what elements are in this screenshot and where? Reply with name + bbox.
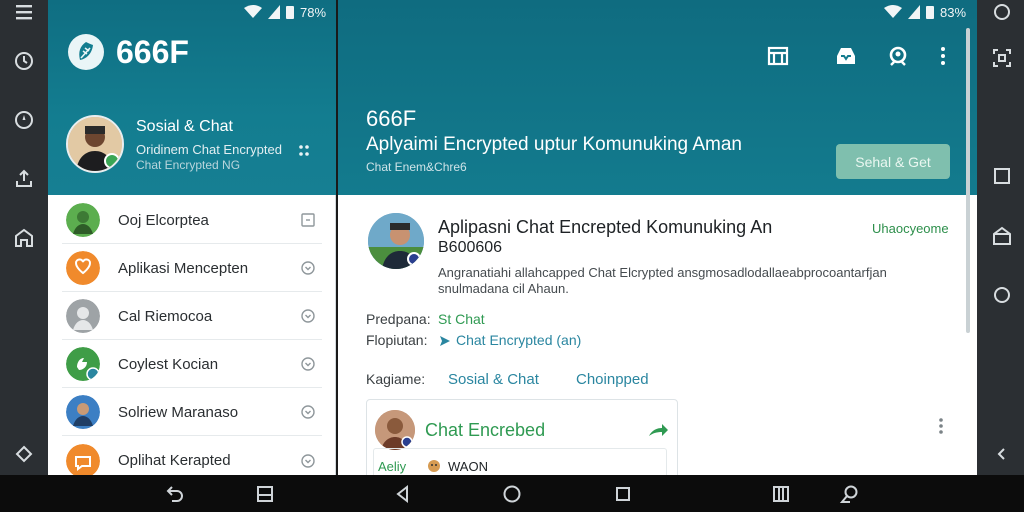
search-icon[interactable] bbox=[838, 483, 860, 505]
user-search-icon[interactable] bbox=[886, 44, 910, 68]
navigation-bar bbox=[0, 475, 1024, 512]
chat-avatar bbox=[66, 251, 100, 285]
page-title: 666F bbox=[366, 106, 417, 131]
meta-value[interactable]: Chat Encrypted (an) bbox=[456, 332, 581, 348]
battery-icon bbox=[926, 6, 934, 19]
battery-percent: 83% bbox=[940, 4, 967, 20]
status-bar-right: 83% bbox=[884, 0, 966, 24]
chevron-left-icon[interactable] bbox=[990, 442, 1014, 466]
profile-name: Sosial & Chat bbox=[136, 118, 233, 135]
recents-icon[interactable] bbox=[612, 483, 634, 505]
screenshot-icon[interactable] bbox=[990, 46, 1014, 70]
battery-icon bbox=[286, 6, 294, 19]
tag[interactable]: Choinpped bbox=[576, 371, 649, 388]
square-icon[interactable] bbox=[990, 164, 1014, 188]
chat-list-item[interactable]: Aplikasi Mencepten bbox=[62, 245, 322, 292]
chat-list-item[interactable]: Coylest Kocian bbox=[62, 341, 322, 388]
chat-name: Cal Riemocoa bbox=[118, 307, 213, 325]
chat-list-item[interactable]: Solriew Maranaso bbox=[62, 389, 322, 436]
inbox-icon[interactable] bbox=[834, 44, 858, 68]
app-logo-icon bbox=[68, 34, 104, 70]
home-outline-icon[interactable] bbox=[990, 224, 1014, 248]
chat-avatar bbox=[66, 443, 100, 478]
sidebar-header: 78% 666F Sosial & Chat Oridinem Chat Enc… bbox=[48, 0, 336, 195]
home-icon[interactable] bbox=[12, 226, 36, 250]
chat-chevron-icon[interactable] bbox=[300, 453, 316, 469]
back-icon[interactable] bbox=[392, 483, 414, 505]
send-icon bbox=[440, 336, 450, 346]
chat-chevron-icon[interactable] bbox=[300, 404, 316, 420]
clock-icon[interactable] bbox=[12, 49, 36, 73]
pages-icon[interactable] bbox=[770, 483, 792, 505]
meta-label: Flopiutan: bbox=[366, 332, 428, 348]
status-badge: Uhaocyeome bbox=[872, 221, 949, 236]
chat-name: Aplikasi Mencepten bbox=[118, 259, 249, 277]
chat-chevron-icon[interactable] bbox=[300, 356, 316, 372]
chat-name: Coylest Kocian bbox=[118, 355, 219, 373]
circle-icon[interactable] bbox=[990, 283, 1014, 307]
profile-more-icon[interactable] bbox=[298, 144, 310, 158]
compass-icon[interactable] bbox=[12, 108, 36, 132]
home-button-icon[interactable] bbox=[501, 483, 523, 505]
card-avatar bbox=[375, 410, 415, 450]
wifi-icon bbox=[884, 5, 902, 18]
card-title: Chat Encrebed bbox=[425, 420, 546, 440]
chat-list: Ooj Elcorptea Aplikasi Mencepten Cal Rie… bbox=[48, 195, 336, 478]
power-icon[interactable] bbox=[990, 0, 1014, 24]
main-header: 83% 666F Aplyaimi Encrypted uptur Komunu… bbox=[338, 0, 977, 195]
profile-subtitle: Oridinem Chat Encrypted bbox=[136, 142, 282, 157]
left-system-rail bbox=[0, 0, 48, 475]
chat-name: Ooj Elcorptea bbox=[118, 211, 209, 229]
chat-avatar bbox=[66, 395, 100, 429]
chat-avatar bbox=[66, 299, 100, 333]
post-description: Angranatiahi allahcapped Chat Elcrypted … bbox=[438, 265, 887, 296]
forward-arrow-icon[interactable] bbox=[647, 422, 669, 440]
tag[interactable]: Sosial & Chat bbox=[448, 371, 539, 388]
post-title: Aplipasni Chat Encrepted Komunuking An bbox=[438, 217, 773, 237]
page-subtitle: Aplyaimi Encrypted uptur Komunuking Aman bbox=[366, 134, 742, 155]
meta-label: Predpana: bbox=[366, 311, 431, 327]
status-bar-left: 78% bbox=[244, 0, 326, 24]
card-inner-tag: Aeliy bbox=[378, 459, 407, 474]
chat-name: Oplihat Kerapted bbox=[118, 452, 231, 469]
post-avatar[interactable] bbox=[368, 213, 424, 269]
chat-list-item[interactable]: Ooj Elcorptea bbox=[62, 197, 322, 244]
signal-icon bbox=[908, 5, 920, 19]
chat-chevron-icon[interactable] bbox=[300, 308, 316, 324]
wifi-icon bbox=[244, 5, 262, 18]
page-caption: Chat Enem&Chre6 bbox=[366, 160, 467, 174]
chat-avatar bbox=[66, 203, 100, 237]
archive-icon[interactable] bbox=[766, 44, 790, 68]
battery-percent: 78% bbox=[300, 4, 327, 20]
chat-card[interactable]: Chat Encrebed Aeliy WAON bbox=[366, 399, 678, 484]
card-menu-icon[interactable] bbox=[938, 417, 944, 435]
pet-icon bbox=[428, 460, 440, 472]
chat-square-icon[interactable] bbox=[300, 212, 316, 228]
card-inner-text: WAON bbox=[448, 459, 488, 474]
profile-caption: Chat Encrypted NG bbox=[136, 158, 241, 172]
profile-avatar[interactable] bbox=[66, 115, 124, 173]
chat-name: Solriew Maranaso bbox=[118, 403, 239, 421]
scrollbar[interactable] bbox=[966, 28, 970, 333]
main-content: Aplipasni Chat Encrepted Komunuking An B… bbox=[338, 28, 977, 484]
overflow-menu-icon[interactable] bbox=[936, 44, 950, 68]
chat-avatar bbox=[66, 347, 100, 381]
app-title: 666F bbox=[116, 34, 189, 70]
tags-label: Kagiame: bbox=[366, 371, 426, 387]
meta-value[interactable]: St Chat bbox=[438, 311, 485, 327]
undo-icon[interactable] bbox=[164, 483, 186, 505]
menu-icon[interactable] bbox=[12, 0, 36, 24]
upload-icon[interactable] bbox=[12, 167, 36, 191]
header-action-button[interactable]: Sehal & Get bbox=[836, 144, 950, 179]
signal-icon bbox=[268, 5, 280, 19]
rotate-icon[interactable] bbox=[12, 442, 36, 466]
chat-chevron-icon[interactable] bbox=[300, 260, 316, 276]
post-subtitle: B600606 bbox=[438, 239, 503, 256]
chat-list-item[interactable]: Cal Riemocoa bbox=[62, 293, 322, 340]
window-icon[interactable] bbox=[254, 483, 276, 505]
right-system-rail bbox=[977, 0, 1024, 475]
